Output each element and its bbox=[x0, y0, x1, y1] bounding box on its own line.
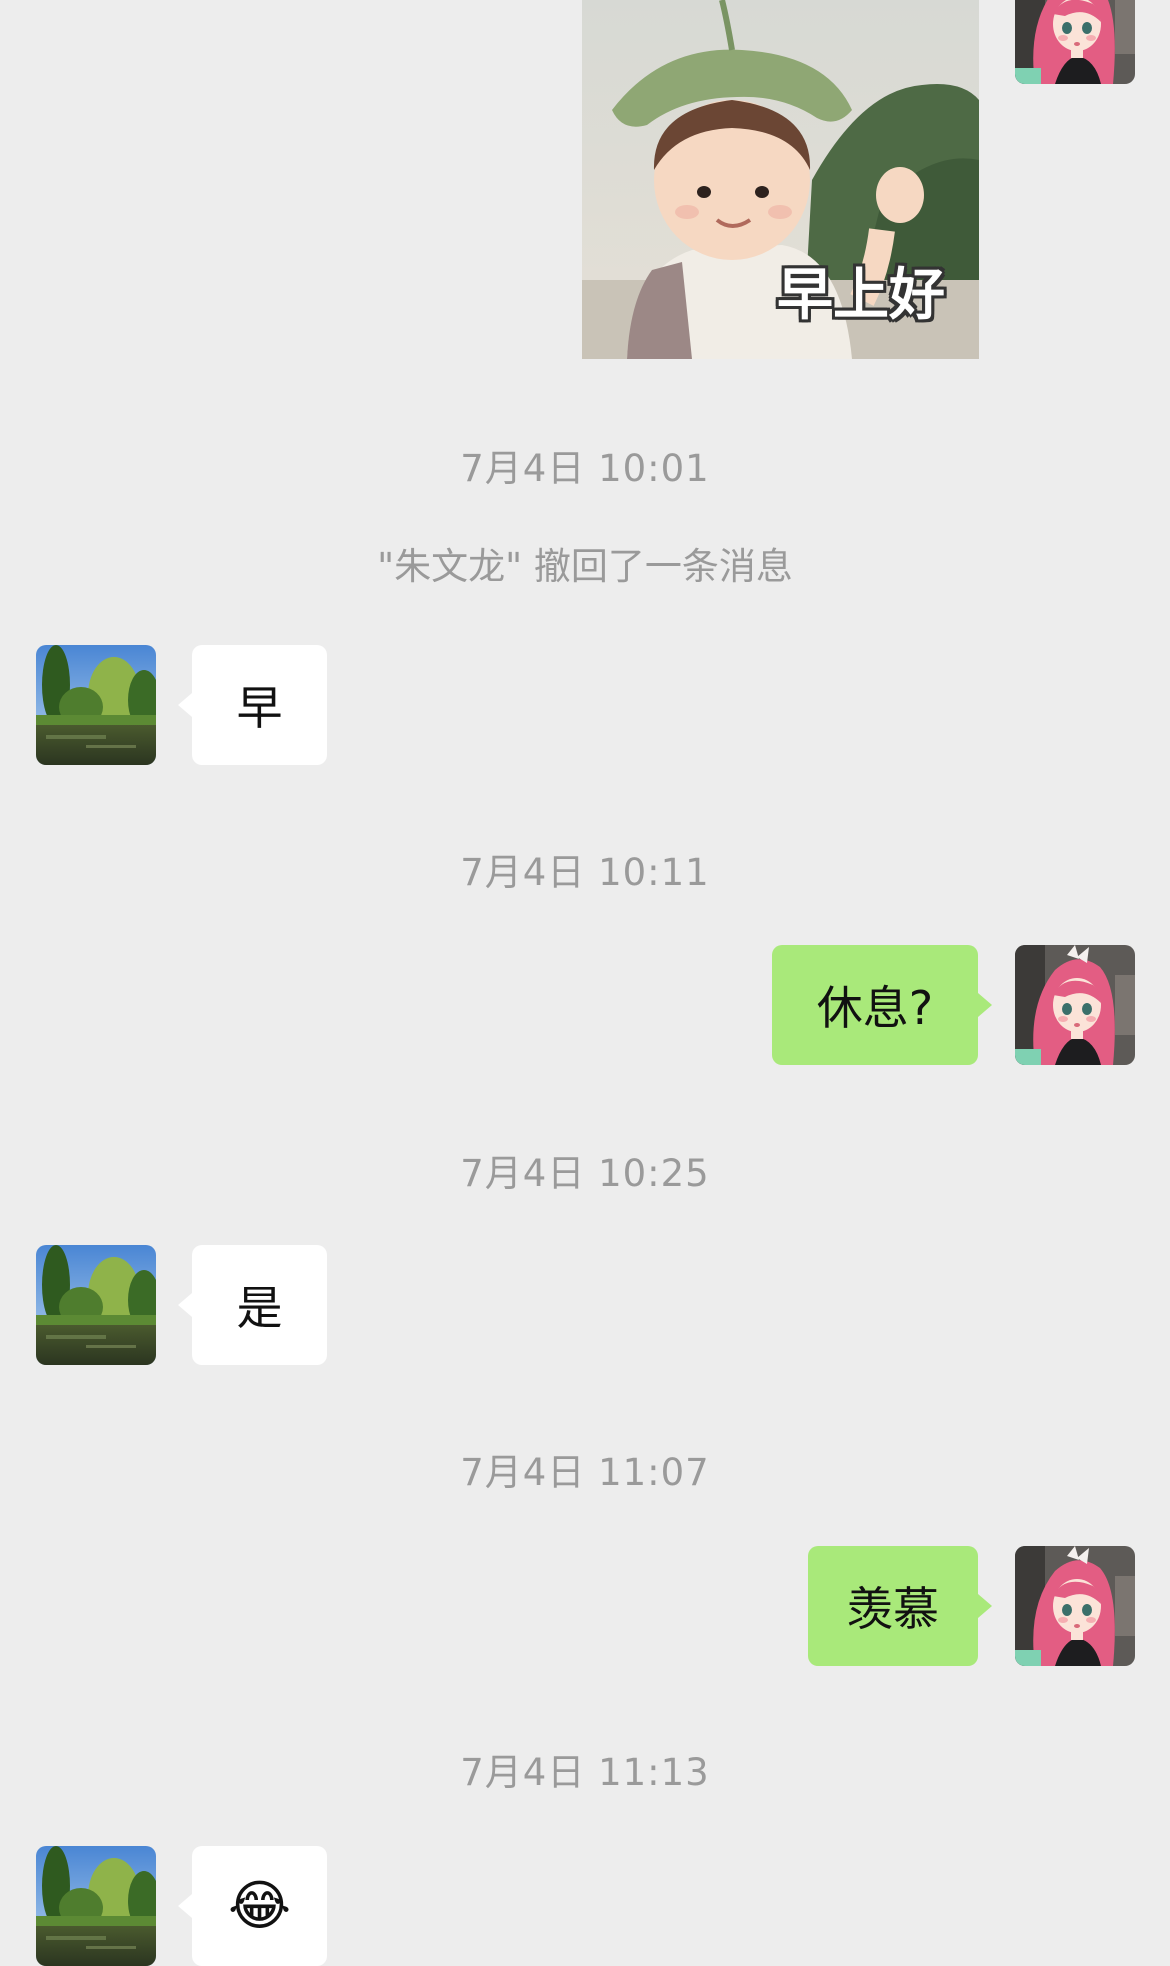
bubble-tail bbox=[178, 1894, 192, 1918]
outgoing-message-bubble[interactable]: 休息? bbox=[772, 945, 992, 1065]
sticker-caption: 早上好 bbox=[777, 263, 945, 328]
my-avatar[interactable] bbox=[1015, 0, 1135, 84]
landscape-tree-avatar-icon bbox=[36, 645, 156, 765]
incoming-message-bubble[interactable]: 早 bbox=[178, 645, 327, 765]
outgoing-message-bubble[interactable]: 羡慕 bbox=[808, 1546, 992, 1666]
my-avatar[interactable] bbox=[1015, 945, 1135, 1065]
bubble-tail bbox=[178, 1293, 192, 1317]
bubble-tail bbox=[978, 1594, 992, 1618]
contact-avatar[interactable] bbox=[36, 1846, 156, 1966]
bubble-tail bbox=[978, 993, 992, 1017]
anime-girl-avatar-icon bbox=[1015, 0, 1135, 84]
bubble-tail bbox=[178, 693, 192, 717]
landscape-tree-avatar-icon bbox=[36, 1846, 156, 1966]
contact-avatar[interactable] bbox=[36, 645, 156, 765]
timestamp: 7月4日 10:25 bbox=[460, 1152, 710, 1195]
landscape-tree-avatar-icon bbox=[36, 1245, 156, 1365]
anime-girl-avatar-icon bbox=[1015, 1546, 1135, 1666]
my-avatar[interactable] bbox=[1015, 1546, 1135, 1666]
message-text: 早 bbox=[236, 681, 283, 735]
timestamp: 7月4日 10:11 bbox=[460, 851, 710, 894]
contact-avatar[interactable] bbox=[36, 1245, 156, 1365]
message-text: 羡慕 bbox=[847, 1582, 939, 1636]
incoming-message-bubble[interactable]: 😂 bbox=[178, 1846, 327, 1966]
recall-notice: "朱文龙" 撤回了一条消息 bbox=[377, 545, 793, 588]
laughing-tears-emoji-icon: 😂 bbox=[227, 1874, 292, 1937]
message-text: 是 bbox=[236, 1281, 283, 1335]
incoming-message-bubble[interactable]: 是 bbox=[178, 1245, 327, 1365]
message-text: 休息? bbox=[816, 981, 934, 1035]
timestamp: 7月4日 11:13 bbox=[460, 1751, 710, 1794]
sticker-image-message[interactable]: 早上好 bbox=[582, 0, 979, 359]
timestamp: 7月4日 11:07 bbox=[460, 1451, 710, 1494]
anime-girl-avatar-icon bbox=[1015, 945, 1135, 1065]
timestamp: 7月4日 10:01 bbox=[460, 447, 710, 490]
